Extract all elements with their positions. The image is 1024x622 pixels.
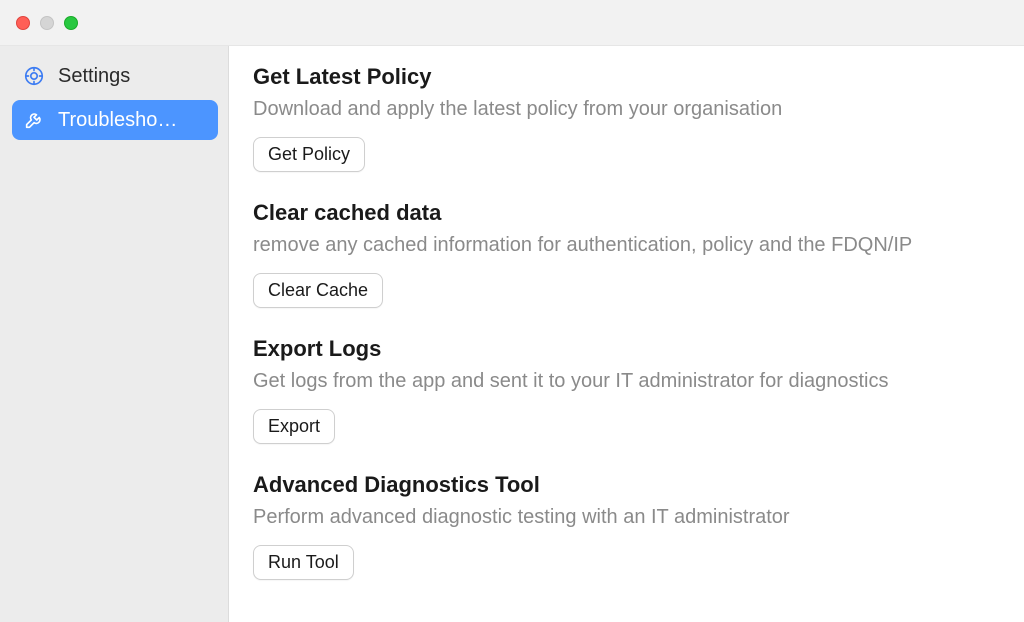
section-description: Get logs from the app and sent it to you… xyxy=(253,368,1000,395)
zoom-window-button[interactable] xyxy=(64,16,78,30)
section-title: Clear cached data xyxy=(253,200,1000,226)
sidebar-item-troubleshooting[interactable]: Troublesho… xyxy=(12,100,218,140)
sidebar-item-label: Settings xyxy=(58,65,208,88)
section-description: Download and apply the latest policy fro… xyxy=(253,96,1000,123)
section-description: Perform advanced diagnostic testing with… xyxy=(253,504,1000,531)
export-button[interactable]: Export xyxy=(253,409,335,444)
wrench-icon xyxy=(22,108,46,132)
sidebar: Settings Troublesho… xyxy=(0,46,228,622)
section-title: Export Logs xyxy=(253,336,1000,362)
sidebar-item-settings[interactable]: Settings xyxy=(12,56,218,96)
section-clear-cached-data: Clear cached data remove any cached info… xyxy=(253,200,1000,308)
section-title: Advanced Diagnostics Tool xyxy=(253,472,1000,498)
window-body: Settings Troublesho… Get Latest Policy D… xyxy=(0,46,1024,622)
app-window: Settings Troublesho… Get Latest Policy D… xyxy=(0,0,1024,622)
section-advanced-diagnostics: Advanced Diagnostics Tool Perform advanc… xyxy=(253,472,1000,580)
clear-cache-button[interactable]: Clear Cache xyxy=(253,273,383,308)
close-window-button[interactable] xyxy=(16,16,30,30)
get-policy-button[interactable]: Get Policy xyxy=(253,137,365,172)
section-title: Get Latest Policy xyxy=(253,64,1000,90)
section-description: remove any cached information for authen… xyxy=(253,232,1000,259)
sidebar-item-label: Troublesho… xyxy=(58,109,208,132)
gear-icon xyxy=(22,64,46,88)
traffic-lights xyxy=(16,16,78,30)
minimize-window-button[interactable] xyxy=(40,16,54,30)
section-export-logs: Export Logs Get logs from the app and se… xyxy=(253,336,1000,444)
titlebar xyxy=(0,0,1024,46)
content-pane: Get Latest Policy Download and apply the… xyxy=(228,46,1024,622)
section-get-latest-policy: Get Latest Policy Download and apply the… xyxy=(253,64,1000,172)
run-tool-button[interactable]: Run Tool xyxy=(253,545,354,580)
